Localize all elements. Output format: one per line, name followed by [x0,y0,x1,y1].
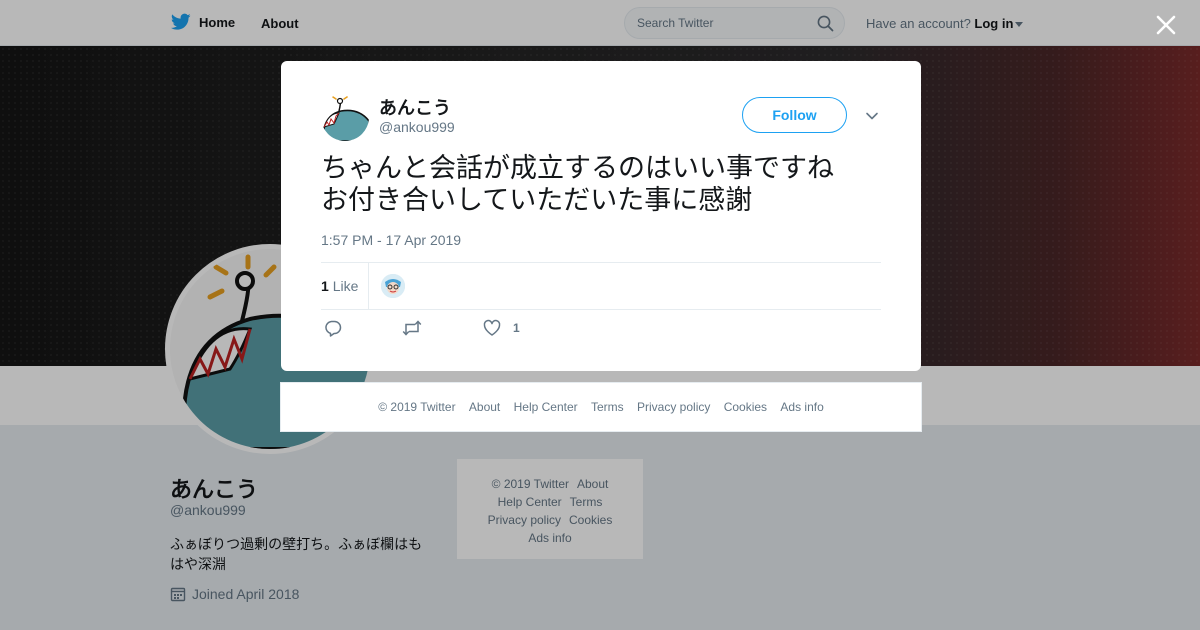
likes-label: Like [332,278,359,294]
heart-icon [483,319,501,336]
stats-divider [368,263,369,309]
footer-help-link[interactable]: Help Center [514,400,578,414]
follow-button[interactable]: Follow [742,97,847,133]
tweet-timestamp[interactable]: 1:57 PM - 17 Apr 2019 [321,232,461,248]
likes-number: 1 [321,278,329,294]
tweet-author-avatar[interactable] [321,93,369,141]
tweet-text-line: ちゃんと会話が成立するのはいい事ですね [321,153,834,184]
reply-button[interactable] [324,319,342,337]
tweet-author-name[interactable]: あんこう [379,94,451,120]
tweet-text: ちゃんと会話が成立するのはいい事ですね お付き合いしていただいた事に感謝 [321,153,891,217]
reply-icon [325,320,342,337]
close-icon[interactable] [1155,14,1177,36]
footer-about-link[interactable]: About [469,400,500,414]
tweet-text-line: お付き合いしていただいた事に感謝 [321,185,753,216]
chevron-down-icon[interactable] [865,109,879,123]
footer-copyright: © 2019 Twitter [378,400,456,414]
likes-count[interactable]: 1 Like [321,278,358,294]
tweet-modal: あんこう @ankou999 Follow ちゃんと会話が成立するのはいい事です… [281,61,921,371]
footer-terms-link[interactable]: Terms [591,400,624,414]
footer-ads-link[interactable]: Ads info [780,400,823,414]
liker-avatar[interactable] [381,274,405,298]
modal-footer: © 2019 Twitter About Help Center Terms P… [280,382,922,432]
tweet-actions: 1 [321,319,621,343]
like-action-count: 1 [513,321,520,335]
footer-cookies-link[interactable]: Cookies [724,400,767,414]
tweet-author-handle[interactable]: @ankou999 [379,119,455,135]
footer-privacy-link[interactable]: Privacy policy [637,400,710,414]
tweet-stats: 1 Like [321,262,881,310]
anglerfish-avatar-icon [321,93,369,141]
like-button[interactable]: 1 [483,319,520,337]
retweet-icon [402,320,422,336]
retweet-button[interactable] [402,319,422,337]
liker-avatar-icon [381,274,405,298]
